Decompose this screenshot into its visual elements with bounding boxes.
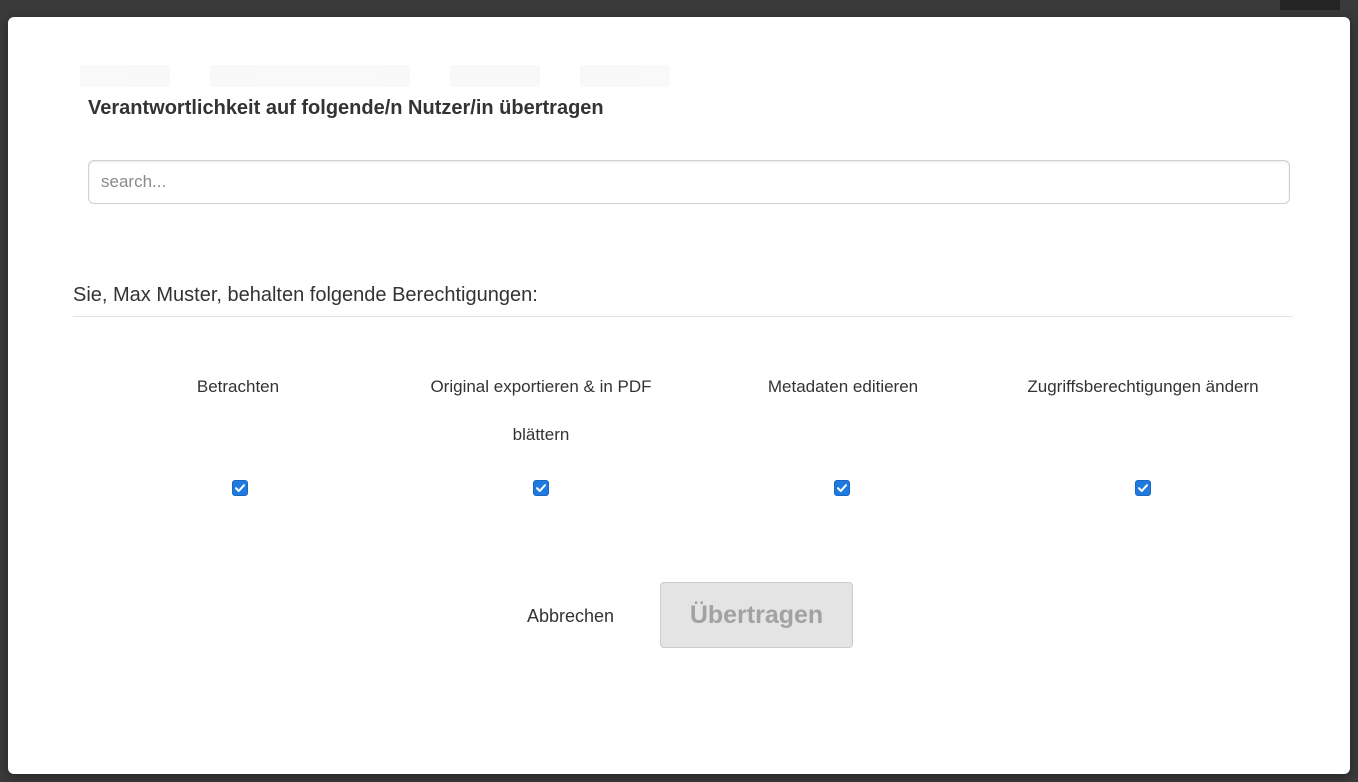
permission-label: Zugriffsberechtigungen ändern [1027,377,1259,396]
section-divider [73,316,1293,317]
checkmark-icon [536,484,546,492]
background-nav-ghost [80,65,700,91]
modal-title: Verantwortlichkeit auf folgende/n Nutzer… [88,97,604,119]
permission-edit-metadata: Metadaten editieren [688,363,998,411]
permission-edit-metadata-checkbox[interactable] [834,480,850,496]
background-page-element [1280,0,1340,10]
permission-view-checkbox[interactable] [232,480,248,496]
checkmark-icon [837,484,847,492]
permissions-heading: Sie, Max Muster, behalten folgende Berec… [73,284,538,306]
permission-change-access: Zugriffsberechtigungen ändern [988,363,1298,411]
cancel-button[interactable]: Abbrechen [527,606,614,627]
permission-export-checkbox[interactable] [533,480,549,496]
permission-label: Original exportieren & in PDF blättern [430,377,652,444]
permission-export: Original exportieren & in PDF blättern [386,363,696,459]
permission-change-access-checkbox[interactable] [1135,480,1151,496]
checkmark-icon [1138,484,1148,492]
transfer-responsibility-modal: Verantwortlichkeit auf folgende/n Nutzer… [8,17,1350,774]
transfer-button[interactable]: Übertragen [660,582,853,648]
checkmark-icon [235,484,245,492]
permission-label: Betrachten [196,377,280,396]
permission-label: Metadaten editieren [767,377,919,396]
user-search-input[interactable] [88,160,1290,204]
permission-view: Betrachten [83,363,393,411]
